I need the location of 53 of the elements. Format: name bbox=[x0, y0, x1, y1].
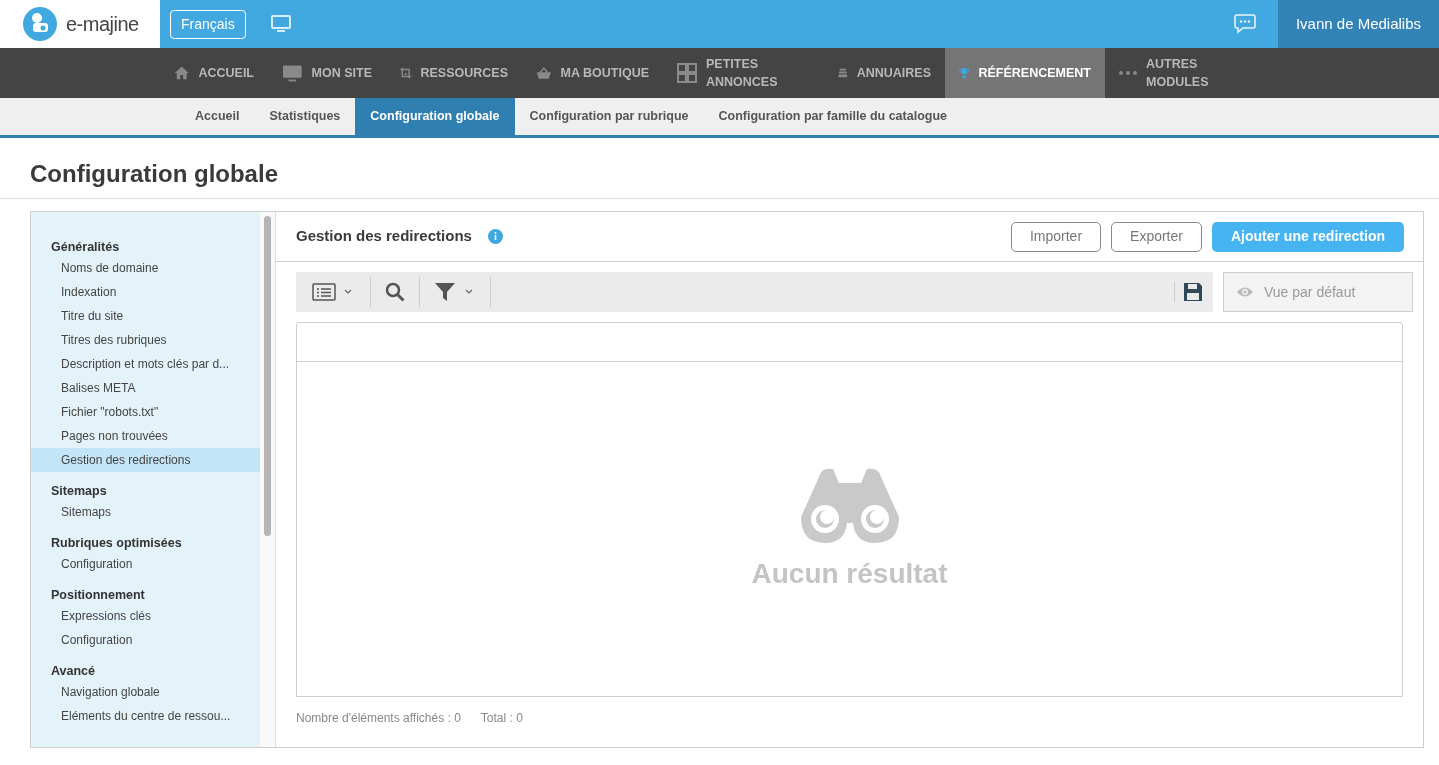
nav-item[interactable]: ACCUEIL bbox=[160, 48, 268, 98]
sidebar-item[interactable]: Gestion des redirections bbox=[31, 448, 260, 472]
section-heading: Positionnement bbox=[50, 587, 146, 604]
nav-item[interactable]: MON SITE bbox=[268, 48, 386, 98]
save-icon[interactable] bbox=[1183, 282, 1203, 302]
sidebar-item[interactable]: Description et mots clés par d... bbox=[31, 352, 260, 376]
sidebar-item[interactable]: Navigation globale bbox=[31, 680, 260, 704]
section-heading: Sitemaps bbox=[50, 483, 108, 500]
action-button[interactable]: Importer bbox=[1010, 221, 1102, 252]
panel-title: Gestion des redirections bbox=[296, 226, 472, 247]
tab[interactable]: Accueil bbox=[180, 98, 255, 135]
scrollbar-thumb[interactable] bbox=[264, 216, 271, 536]
nav-item[interactable]: RÉFÉRENCEMENT bbox=[945, 48, 1105, 98]
footer-count: Total : 0 bbox=[480, 710, 523, 727]
action-button[interactable]: Exporter bbox=[1111, 221, 1202, 252]
empty-message: Aucun résultat bbox=[751, 557, 948, 591]
monitor-icon bbox=[282, 63, 303, 83]
nav-item[interactable]: ANNUAIRES bbox=[824, 48, 945, 98]
section-heading: Généralités bbox=[50, 239, 121, 256]
tab[interactable]: Statistiques bbox=[254, 98, 356, 135]
grid-icon bbox=[677, 63, 697, 83]
sidebar-item[interactable]: Fichier "robots.txt" bbox=[31, 400, 260, 424]
more-icon bbox=[1119, 71, 1137, 75]
section-heading: Rubriques optimisées bbox=[50, 535, 183, 552]
sidebar-item[interactable]: Configuration bbox=[31, 552, 260, 576]
sidebar-item[interactable]: Expressions clés bbox=[31, 604, 260, 628]
section-heading: Avancé bbox=[50, 663, 96, 680]
page-title: Configuration globale bbox=[0, 138, 1439, 199]
sidebar-item[interactable]: Noms de domaine bbox=[31, 256, 260, 280]
logo-text: e-majine bbox=[66, 12, 139, 37]
tab[interactable]: Configuration par famille du catalogue bbox=[703, 98, 963, 135]
sidebar-item[interactable]: Sitemaps bbox=[31, 500, 260, 524]
sidebar-item[interactable]: Titres des rubriques bbox=[31, 328, 260, 352]
logo-icon bbox=[22, 6, 58, 42]
binoculars-icon bbox=[798, 467, 901, 543]
info-icon[interactable] bbox=[487, 229, 503, 244]
nav-item[interactable]: AUTRES MODULES bbox=[1105, 48, 1225, 98]
sidebar-item[interactable]: Balises META bbox=[31, 376, 260, 400]
footer-count: Nombre d'éléments affichés : 0 bbox=[296, 710, 461, 727]
sidebar-item[interactable]: Eléments du centre de ressou... bbox=[31, 704, 260, 728]
search-icon[interactable] bbox=[385, 282, 405, 302]
sidebar-item[interactable]: Pages non trouvées bbox=[31, 424, 260, 448]
sidebar-item[interactable]: Titre du site bbox=[31, 304, 260, 328]
nav-item[interactable]: PETITES ANNONCES bbox=[663, 48, 824, 98]
tab[interactable]: Configuration par rubrique bbox=[514, 98, 704, 135]
basket-icon bbox=[536, 64, 552, 82]
sidebar-item[interactable]: Configuration bbox=[31, 628, 260, 652]
nav-item[interactable]: MA BOUTIQUE bbox=[522, 48, 663, 98]
tab[interactable]: Configuration globale bbox=[355, 98, 515, 135]
nav-item[interactable]: RESSOURCES bbox=[386, 48, 522, 98]
eye-icon bbox=[1236, 286, 1254, 298]
user-menu[interactable]: Ivann de Medialibs bbox=[1278, 0, 1439, 48]
sidebar-item[interactable]: Indexation bbox=[31, 280, 260, 304]
